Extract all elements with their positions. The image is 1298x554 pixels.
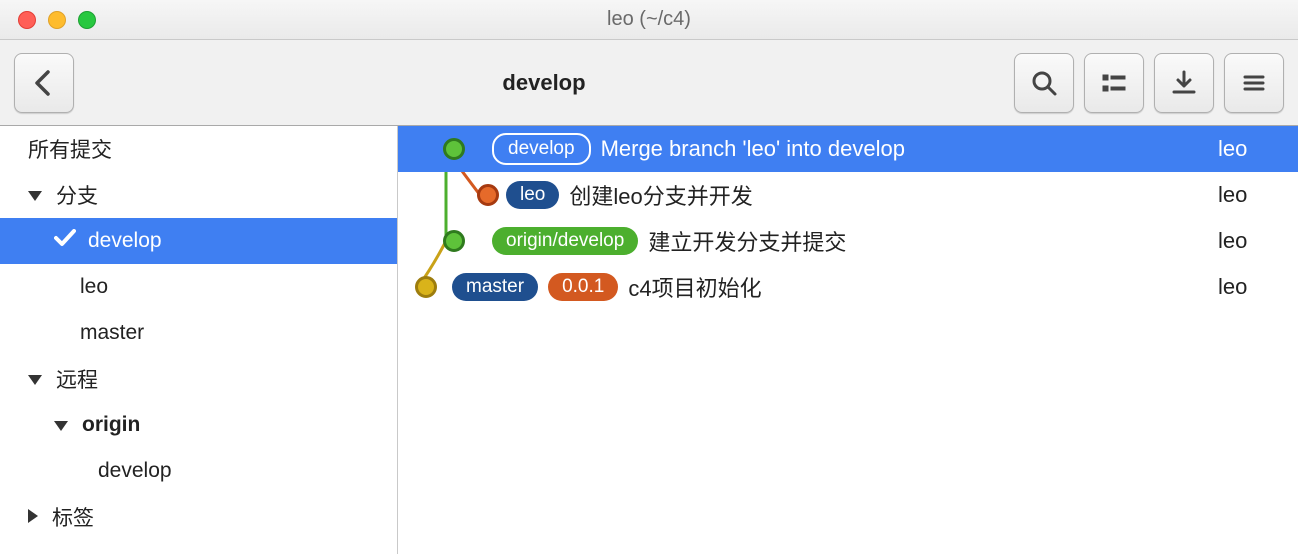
commit-node-icon	[415, 276, 437, 298]
graph-cell	[406, 126, 492, 172]
sidebar-all-commits[interactable]: 所有提交	[0, 126, 397, 172]
titlebar: leo (~/c4)	[0, 0, 1298, 40]
commit-row[interactable]: origin/develop 建立开发分支并提交 leo	[398, 218, 1298, 264]
sidebar-item-label: 所有提交	[28, 134, 112, 164]
sidebar-remote-branch-develop[interactable]: develop	[0, 448, 397, 494]
back-button[interactable]	[14, 53, 74, 113]
sidebar-section-label: 标签	[52, 502, 94, 532]
list-icon	[1100, 69, 1128, 97]
sidebar-branch-develop[interactable]: develop	[0, 218, 397, 264]
hamburger-icon	[1240, 69, 1268, 97]
commit-node-icon	[443, 230, 465, 252]
commit-message: 创建leo分支并开发	[569, 179, 752, 211]
graph-cell	[406, 218, 492, 264]
graph-cell	[406, 172, 492, 218]
window-title: leo (~/c4)	[0, 8, 1298, 31]
sidebar-branch-leo[interactable]: leo	[0, 264, 397, 310]
sidebar-section-label: 分支	[56, 180, 98, 210]
sidebar-section-remotes[interactable]: 远程	[0, 356, 397, 402]
sidebar-item-label: develop	[98, 459, 172, 483]
search-icon	[1030, 69, 1058, 97]
sidebar-item-label: leo	[80, 275, 108, 299]
menu-button[interactable]	[1224, 53, 1284, 113]
ref-badge: leo	[506, 181, 559, 209]
triangle-down-icon	[28, 183, 42, 207]
sidebar-item-label: develop	[88, 229, 162, 253]
commit-message: c4项目初始化	[628, 271, 761, 303]
commit-author: leo	[1218, 182, 1298, 208]
sidebar-branch-master[interactable]: master	[0, 310, 397, 356]
sidebar-item-label: master	[80, 321, 144, 345]
commit-node-icon	[477, 184, 499, 206]
sidebar-item-label: origin	[82, 413, 140, 437]
ref-badge: origin/develop	[492, 227, 638, 255]
commit-row[interactable]: leo 创建leo分支并开发 leo	[398, 172, 1298, 218]
download-button[interactable]	[1154, 53, 1214, 113]
sidebar: 所有提交 分支 develop leo master 远程	[0, 126, 398, 554]
ref-badge: develop	[492, 133, 591, 165]
commit-message: 建立开发分支并提交	[648, 225, 846, 257]
sidebar-section-branches[interactable]: 分支	[0, 172, 397, 218]
commit-row[interactable]: develop Merge branch 'leo' into develop …	[398, 126, 1298, 172]
sidebar-section-label: 远程	[56, 364, 98, 394]
commit-author: leo	[1218, 136, 1298, 162]
commit-node-icon	[443, 138, 465, 160]
triangle-down-icon	[54, 413, 68, 437]
list-view-button[interactable]	[1084, 53, 1144, 113]
search-button[interactable]	[1014, 53, 1074, 113]
graph-cell	[406, 264, 492, 310]
sidebar-section-tags[interactable]: 标签	[0, 494, 397, 540]
sidebar-remote-origin[interactable]: origin	[0, 402, 397, 448]
chevron-left-icon	[33, 69, 55, 97]
commit-message: Merge branch 'leo' into develop	[601, 136, 905, 162]
tag-badge: 0.0.1	[548, 273, 618, 301]
commit-author: leo	[1218, 274, 1298, 300]
triangle-right-icon	[28, 505, 38, 529]
commit-author: leo	[1218, 228, 1298, 254]
toolbar: develop	[0, 40, 1298, 126]
content: 所有提交 分支 develop leo master 远程	[0, 126, 1298, 554]
commit-list: develop Merge branch 'leo' into develop …	[398, 126, 1298, 554]
checkmark-icon	[54, 229, 76, 253]
download-icon	[1170, 69, 1198, 97]
toolbar-title: develop	[74, 70, 1014, 96]
commit-row[interactable]: master 0.0.1 c4项目初始化 leo	[398, 264, 1298, 310]
triangle-down-icon	[28, 367, 42, 391]
